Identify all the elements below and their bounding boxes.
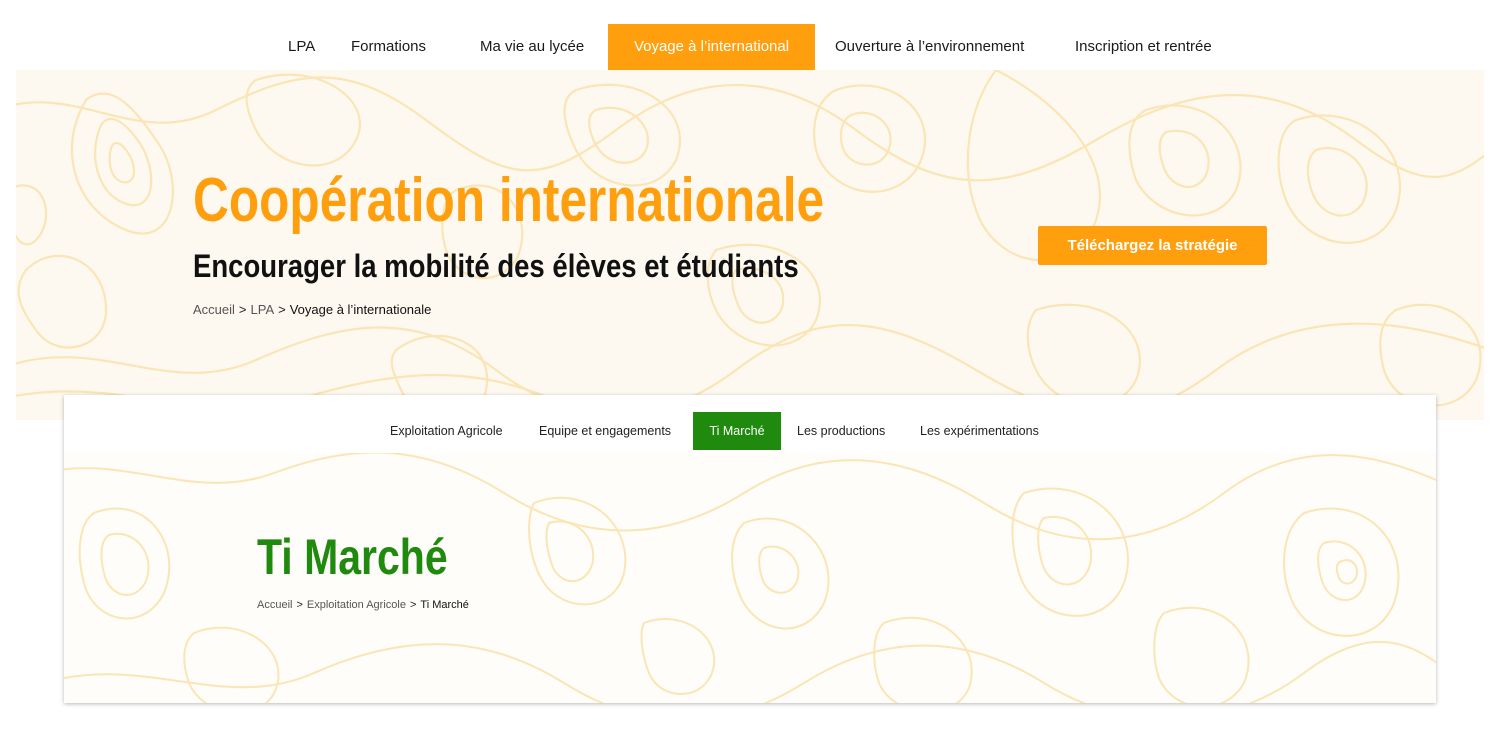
tab-les-productions[interactable]: Les productions (797, 412, 885, 450)
main-nav: LPA Formations Ma vie au lycée Voyage à … (0, 24, 1500, 70)
nav-item-inscription-rentree[interactable]: Inscription et rentrée (1075, 24, 1212, 70)
hero-banner: Coopération internationale Encourager la… (16, 70, 1484, 420)
breadcrumb-current: Ti Marché (420, 599, 469, 611)
section-tabs: Exploitation Agricole Equipe et engageme… (64, 412, 1436, 450)
nav-item-ouverture-environnement[interactable]: Ouverture à l’environnement (835, 24, 1024, 70)
section-breadcrumb: Accueil > Exploitation Agricole > Ti Marché (257, 599, 469, 611)
breadcrumb-current: Voyage à l’internationale (289, 302, 432, 317)
nav-item-voyage-international[interactable]: Voyage à l’international (608, 24, 815, 70)
tab-les-experimentations[interactable]: Les expérimentations (920, 412, 1039, 450)
nav-item-lpa[interactable]: LPA (288, 24, 315, 70)
breadcrumb-link-exploitation-agricole[interactable]: Exploitation Agricole (307, 599, 406, 611)
nav-item-ma-vie-au-lycee[interactable]: Ma vie au lycée (480, 24, 584, 70)
breadcrumb-link-lpa[interactable]: LPA (251, 302, 275, 317)
tab-equipe-engagements[interactable]: Equipe et engagements (539, 412, 671, 450)
breadcrumb: Accueil > LPA > Voyage à l’internationale (193, 302, 431, 317)
page-title: Coopération internationale (193, 166, 825, 235)
breadcrumb-link-accueil[interactable]: Accueil (257, 599, 292, 611)
breadcrumb-separator: > (238, 302, 247, 317)
page-subtitle: Encourager la mobilité des élèves et étu… (193, 248, 799, 284)
download-strategy-button[interactable]: Téléchargez la stratégie (1038, 226, 1267, 265)
tab-ti-marche[interactable]: Ti Marché (693, 412, 781, 450)
nav-item-formations[interactable]: Formations (351, 24, 426, 70)
breadcrumb-separator: > (409, 599, 417, 611)
section-card: Exploitation Agricole Equipe et engageme… (64, 395, 1436, 703)
breadcrumb-separator: > (296, 599, 303, 611)
breadcrumb-separator: > (278, 302, 286, 317)
tab-exploitation-agricole[interactable]: Exploitation Agricole (390, 412, 503, 450)
breadcrumb-link-accueil[interactable]: Accueil (193, 302, 235, 317)
section-title: Ti Marché (257, 529, 448, 585)
